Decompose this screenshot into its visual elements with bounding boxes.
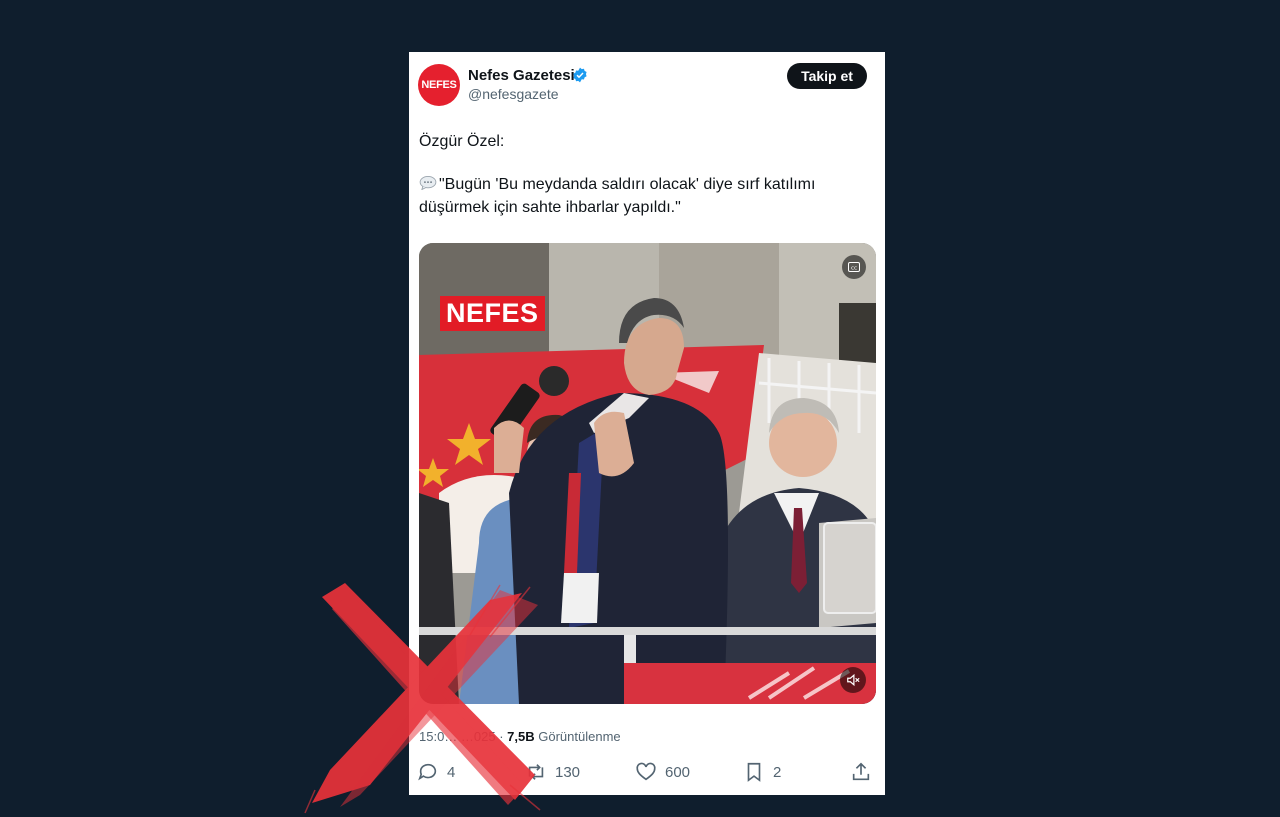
author-handle[interactable]: @nefesgazete [468,86,559,102]
views-label: Görüntülenme [538,729,621,744]
tweet-text-quote: "Bugün 'Bu meydanda saldırı olacak' diye… [419,173,849,219]
tweet-actions: 4 130 600 2 [409,757,885,787]
bookmark-icon [747,762,761,782]
closed-captions-icon: cc [848,262,860,272]
follow-button[interactable]: Takip et [787,63,867,89]
tweet-card: NEFES Nefes Gazetesi @nefesgazete Takip … [409,52,885,795]
verified-badge-icon [573,67,587,83]
bookmark-count: 2 [773,763,782,781]
reply-count: 4 [447,763,456,781]
nefes-watermark-logo: NEFES [440,296,545,331]
closed-captions-button[interactable]: cc [842,255,866,279]
tweet-quote-text: "Bugün 'Bu meydanda saldırı olacak' diye… [419,176,816,216]
tweet-text-heading: Özgür Özel: [419,133,505,150]
views-count: 7,5B [507,729,535,744]
retweet-count: 130 [555,763,581,781]
retweet-button[interactable]: 130 [525,757,580,787]
avatar[interactable]: NEFES [418,64,460,106]
retweet-icon [528,764,544,780]
speech-bubble-icon [419,176,437,190]
tweet-video[interactable]: NEFES cc [419,243,876,704]
tweet-timestamp[interactable]: 15:0… …025 · [419,729,504,744]
share-button[interactable] [850,757,872,787]
bookmark-button[interactable]: 2 [743,757,781,787]
speaker-muted-icon [847,673,860,687]
author-name[interactable]: Nefes Gazetesi [468,67,575,84]
tweet-meta: 15:0… …025 · 7,5B Görüntülenme [419,729,621,744]
heart-icon [636,762,656,781]
mute-button[interactable] [840,667,866,693]
reply-icon [418,763,437,781]
like-button[interactable]: 600 [635,757,690,787]
svg-text:cc: cc [851,265,857,271]
reply-button[interactable]: 4 [417,757,455,787]
like-count: 600 [665,763,691,781]
share-icon [852,762,870,781]
